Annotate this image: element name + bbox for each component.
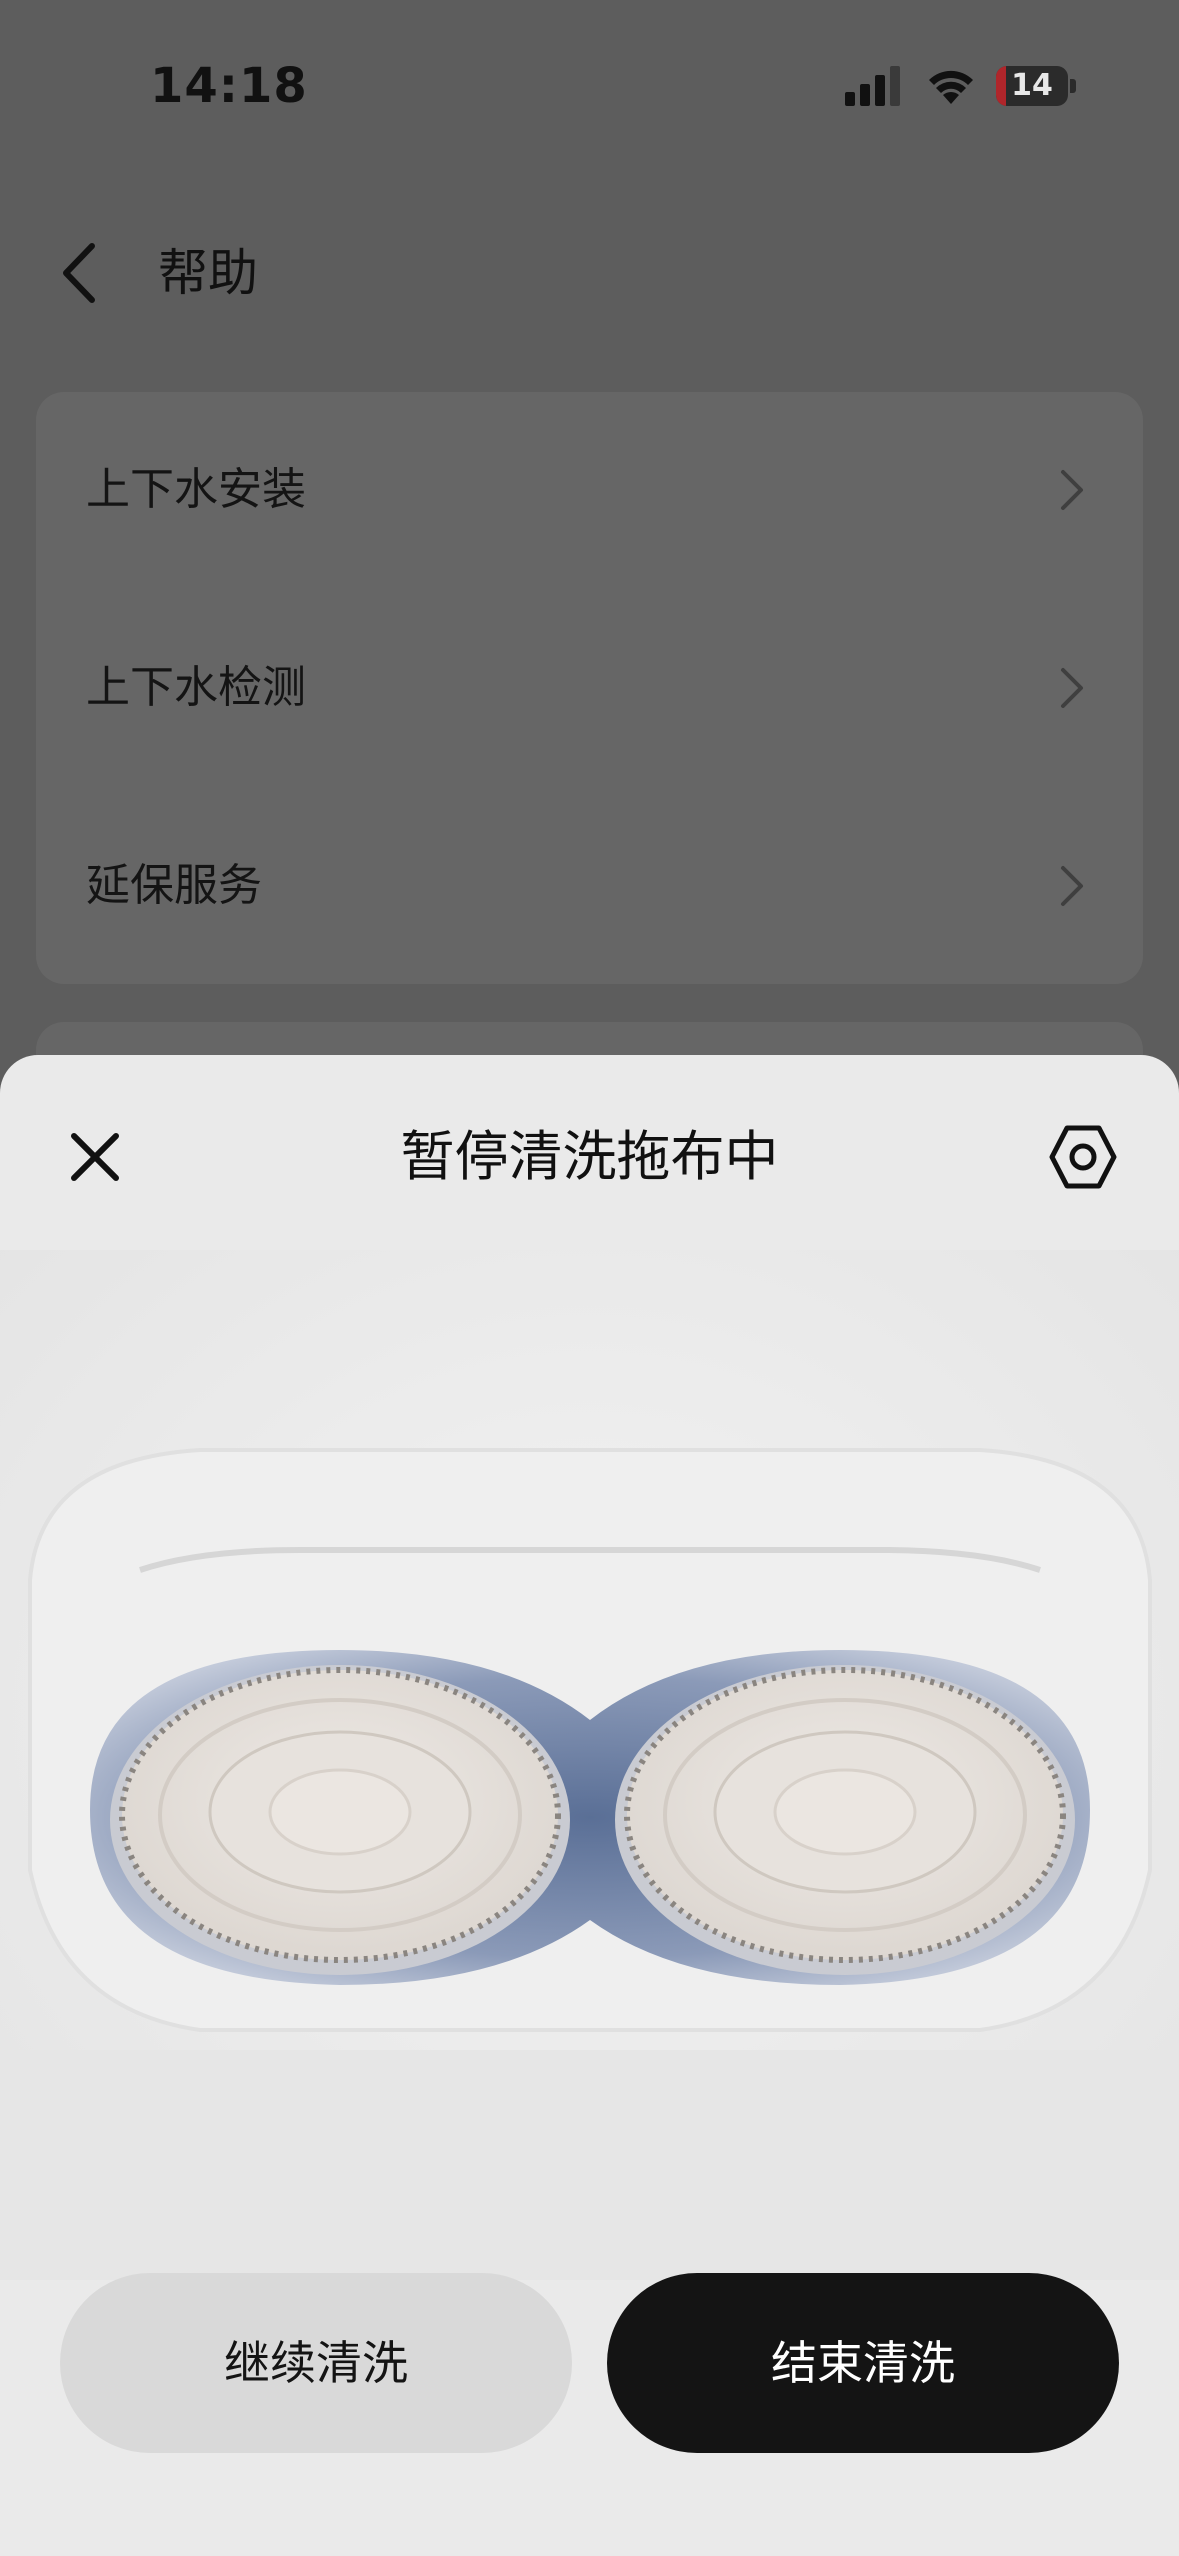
status-time: 14:18 xyxy=(150,58,308,114)
signal-icon xyxy=(845,66,900,106)
battery-icon: 14 xyxy=(996,66,1076,106)
chevron-right-icon xyxy=(1061,470,1083,510)
menu-item-water-install[interactable]: 上下水安装 xyxy=(36,392,1143,588)
chevron-right-icon xyxy=(1061,668,1083,708)
continue-cleaning-button[interactable]: 继续清洗 xyxy=(60,2273,572,2453)
chevron-right-icon xyxy=(1061,866,1083,906)
menu-item-warranty[interactable]: 延保服务 xyxy=(36,788,1143,984)
bottom-sheet: 暂停清洗拖布中 继续清洗 结束清洗 xyxy=(0,1055,1179,2556)
back-icon[interactable] xyxy=(52,238,108,308)
menu-item-label: 延保服务 xyxy=(86,860,262,911)
wifi-icon xyxy=(929,70,973,104)
mop-cleaning-illustration xyxy=(0,1250,1179,2280)
settings-hex-icon[interactable] xyxy=(1048,1122,1118,1192)
status-bar: 14:18 14 xyxy=(0,0,1179,170)
sheet-title: 暂停清洗拖布中 xyxy=(400,1125,779,1188)
page-title: 帮助 xyxy=(158,244,258,302)
menu-item-water-check[interactable]: 上下水检测 xyxy=(36,590,1143,786)
end-cleaning-button[interactable]: 结束清洗 xyxy=(607,2273,1119,2453)
menu-item-label: 上下水安装 xyxy=(86,464,306,515)
battery-level: 14 xyxy=(1011,68,1053,103)
menu-item-label: 上下水检测 xyxy=(86,662,306,713)
help-menu: 上下水安装 上下水检测 延保服务 xyxy=(36,392,1143,984)
